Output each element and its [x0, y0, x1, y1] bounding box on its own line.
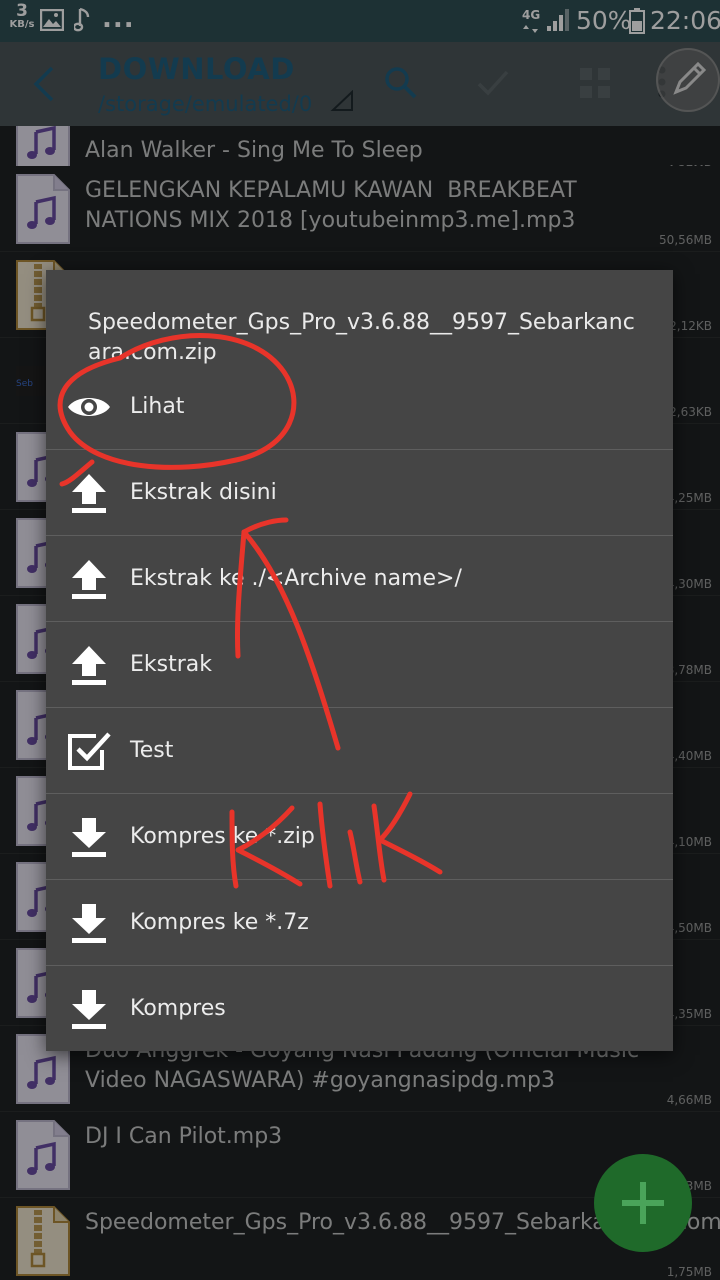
menu-item-label: Test — [130, 738, 174, 763]
menu-item[interactable]: Ekstrak — [46, 622, 673, 708]
menu-item-label: Kompres — [130, 996, 226, 1021]
menu-item[interactable]: Kompres — [46, 966, 673, 1052]
menu-item[interactable]: Test — [46, 708, 673, 794]
upload-icon — [66, 642, 112, 688]
dialog-title: Speedometer_Gps_Pro_v3.6.88__9597_Sebark… — [88, 310, 635, 365]
plus-icon — [622, 1182, 664, 1224]
menu-item[interactable]: Ekstrak disini — [46, 450, 673, 536]
menu-item-label: Ekstrak — [130, 652, 212, 677]
menu-item[interactable]: Kompres ke *.7z — [46, 880, 673, 966]
download-icon — [66, 986, 112, 1032]
menu-item-label: Ekstrak disini — [130, 480, 277, 505]
menu-item[interactable]: Kompres ke *.zip — [46, 794, 673, 880]
eye-icon — [66, 384, 112, 430]
archive-options-dialog: Speedometer_Gps_Pro_v3.6.88__9597_Sebark… — [46, 270, 673, 1051]
upload-icon — [66, 556, 112, 602]
menu-item[interactable]: Ekstrak ke ./<Archive name>/ — [46, 536, 673, 622]
menu-item-label: Ekstrak ke ./<Archive name>/ — [130, 566, 462, 591]
download-icon — [66, 900, 112, 946]
menu-item[interactable]: Lihat — [46, 364, 673, 450]
checkbox-icon — [66, 728, 112, 774]
screen: 3 KB/s ... 4G 50% 22:06 DOWNLOAD /storag… — [0, 0, 720, 1280]
menu-item-label: Kompres ke *.7z — [130, 910, 309, 935]
menu-item-label: Kompres ke *.zip — [130, 824, 315, 849]
menu-item-label: Lihat — [130, 394, 185, 419]
add-fab-button[interactable] — [594, 1154, 692, 1252]
download-icon — [66, 814, 112, 860]
upload-icon — [66, 470, 112, 516]
